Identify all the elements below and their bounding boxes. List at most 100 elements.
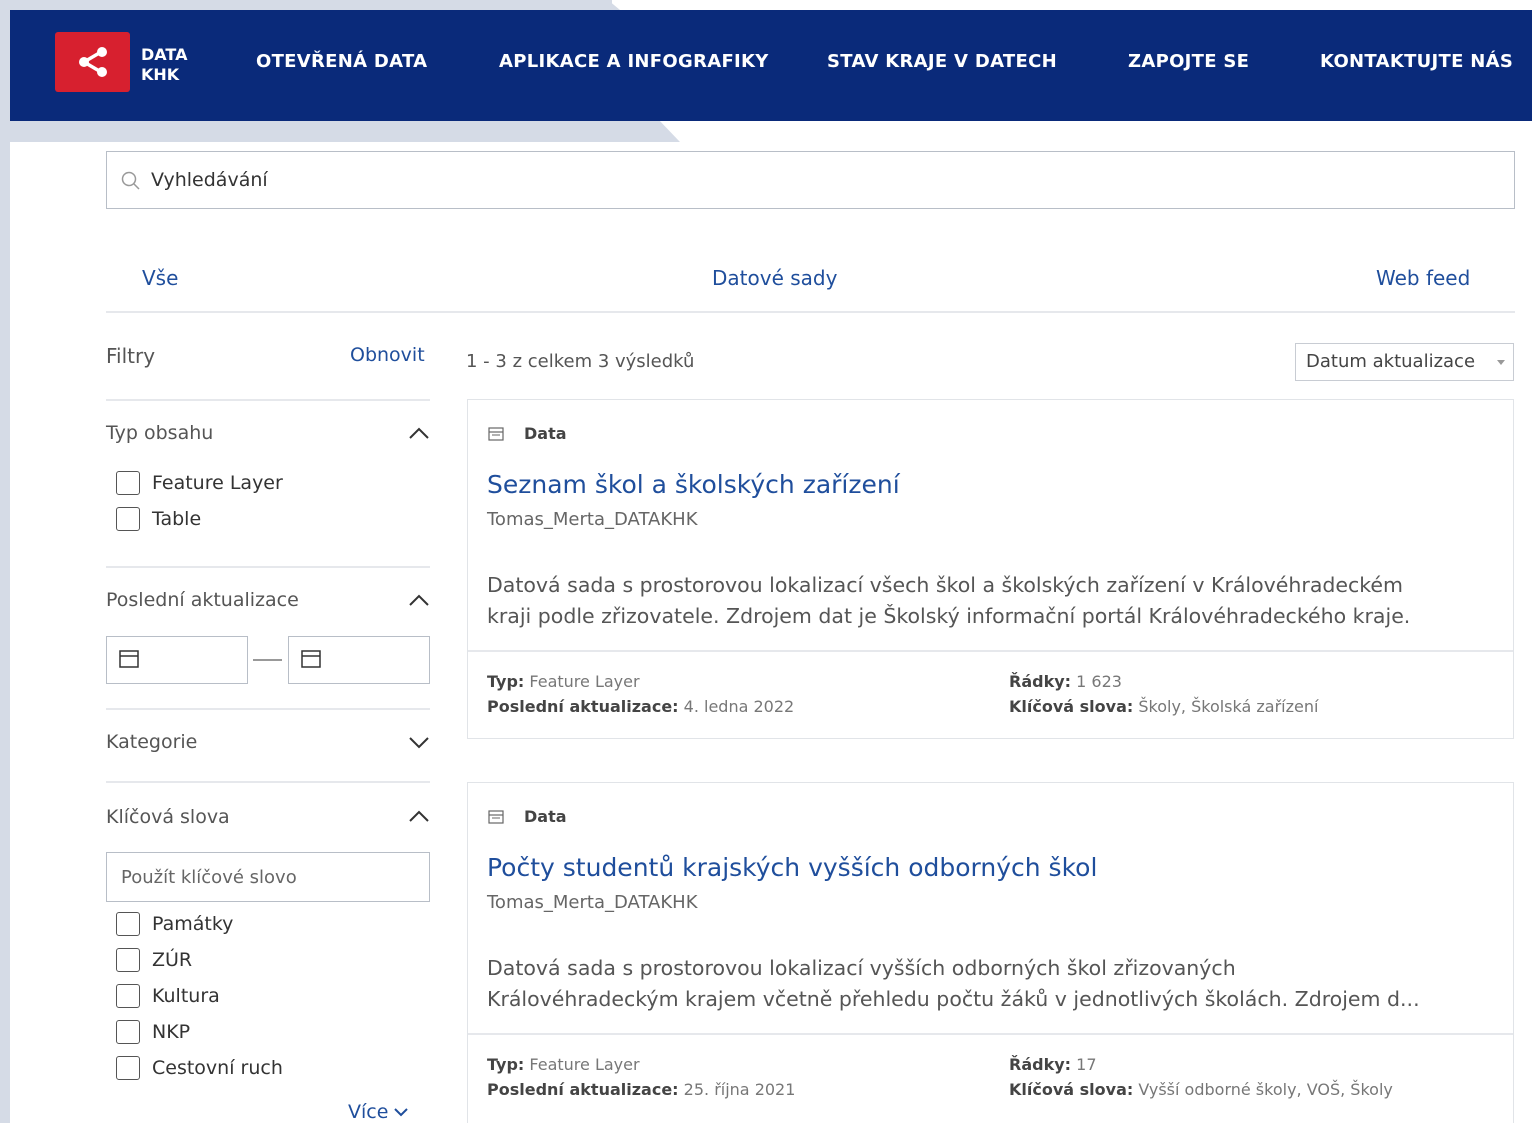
meta-value: Feature Layer (529, 672, 640, 691)
card-description-line: Datová sada s prostorovou lokalizací vše… (487, 573, 1404, 597)
checkbox-label: Památky (152, 913, 234, 935)
filter-option-tourism[interactable]: Cestovní ruch (116, 1056, 283, 1080)
filter-option-zur[interactable]: ZÚR (116, 948, 192, 972)
divider (106, 708, 430, 710)
date-from-input[interactable] (106, 636, 248, 684)
checkbox-label: Table (152, 508, 202, 530)
meta-value: 17 (1076, 1055, 1097, 1074)
logo-line1: DATA (141, 45, 188, 64)
result-card: Data Seznam škol a školských zařízení To… (467, 399, 1514, 739)
keyword-input[interactable] (106, 852, 430, 902)
card-type-row: Data (488, 807, 567, 826)
background-strip-top (0, 0, 612, 10)
show-more-keywords[interactable]: Více (348, 1101, 410, 1123)
result-card: Data Počty studentů krajských vyšších od… (467, 782, 1514, 1123)
card-description-line: Datová sada s prostorovou lokalizací vyš… (487, 956, 1236, 980)
meta-key: Klíčová slova: (1009, 1080, 1134, 1099)
card-title-link[interactable]: Počty studentů krajských vyšších odborný… (487, 853, 1097, 882)
nav-item-region-state[interactable]: STAV KRAJE V DATECH (827, 51, 1057, 72)
card-type-label: Data (524, 424, 567, 443)
checkbox-label: ZÚR (152, 949, 193, 971)
checkbox[interactable] (116, 507, 140, 531)
filter-option-pamatky[interactable]: Památky (116, 912, 233, 936)
checkbox[interactable] (116, 984, 140, 1008)
card-meta-keywords: Klíčová slova: Vyšší odborné školy, VOŠ,… (1009, 1080, 1393, 1099)
content-type-title[interactable]: Typ obsahu (106, 422, 213, 444)
chevron-down-icon (394, 1108, 409, 1117)
logo-text[interactable]: DATA KHK (141, 45, 187, 85)
meta-value: Školy, Školská zařízení (1138, 697, 1319, 716)
checkbox[interactable] (116, 948, 140, 972)
meta-key: Typ: (487, 672, 525, 691)
filters-title: Filtry (106, 344, 156, 368)
meta-key: Poslední aktualizace: (487, 1080, 679, 1099)
chevron-up-icon[interactable] (406, 807, 432, 825)
filter-option-feature-layer[interactable]: Feature Layer (116, 471, 283, 495)
meta-key: Typ: (487, 1055, 525, 1074)
result-count: 1 - 3 z celkem 3 výsledků (466, 351, 695, 372)
meta-value: 4. ledna 2022 (683, 697, 795, 716)
table-icon (488, 809, 504, 824)
card-title-link[interactable]: Seznam škol a školských zařízení (487, 470, 900, 499)
filter-option-table[interactable]: Table (116, 507, 201, 531)
checkbox[interactable] (116, 912, 140, 936)
divider (106, 781, 430, 783)
filter-option-kultura[interactable]: Kultura (116, 984, 220, 1008)
nav-item-contact[interactable]: KONTAKTUJTE NÁS (1320, 51, 1513, 72)
search-input[interactable] (151, 152, 1491, 207)
last-update-title[interactable]: Poslední aktualizace (106, 589, 299, 611)
chevron-up-icon[interactable] (406, 591, 432, 609)
card-description: Datová sada s prostorovou lokalizací vše… (487, 570, 1492, 632)
calendar-icon (119, 650, 139, 668)
card-owner[interactable]: Tomas_Merta_DATAKHK (487, 892, 698, 913)
checkbox[interactable] (116, 471, 140, 495)
card-description-line: Královéhradeckým krajem včetně přehledu … (487, 987, 1420, 1011)
tab-datasets[interactable]: Datové sady (712, 266, 837, 290)
checkbox-label: Feature Layer (152, 472, 283, 494)
card-owner[interactable]: Tomas_Merta_DATAKHK (487, 509, 698, 530)
card-meta-keywords: Klíčová slova: Školy, Školská zařízení (1009, 697, 1318, 716)
reset-filters-link[interactable]: Obnovit (350, 344, 425, 366)
chevron-up-icon[interactable] (406, 424, 432, 442)
meta-key: Klíčová slova: (1009, 697, 1134, 716)
sort-select[interactable]: Datum aktualizace (1295, 343, 1514, 381)
meta-key: Řádky: (1009, 1055, 1072, 1074)
checkbox-label: Cestovní ruch (152, 1057, 283, 1079)
calendar-icon (301, 650, 321, 668)
meta-value: Vyšší odborné školy, VOŠ, Školy (1138, 1080, 1393, 1099)
card-meta-rows: Řádky: 17 (1009, 1055, 1097, 1074)
card-separator (468, 650, 1513, 652)
card-meta-updated: Poslední aktualizace: 4. ledna 2022 (487, 697, 794, 716)
date-range-dash (253, 659, 282, 661)
nav-item-open-data[interactable]: OTEVŘENÁ DATA (256, 51, 427, 72)
filter-option-nkp[interactable]: NKP (116, 1020, 190, 1044)
chevron-down-icon[interactable] (406, 733, 432, 751)
keywords-title[interactable]: Klíčová slova (106, 806, 230, 828)
nav-item-get-involved[interactable]: ZAPOJTE SE (1128, 51, 1249, 72)
card-meta-rows: Řádky: 1 623 (1009, 672, 1122, 691)
share-icon (78, 47, 107, 77)
meta-key: Řádky: (1009, 672, 1072, 691)
tab-web-feed[interactable]: Web feed (1376, 266, 1470, 290)
background-strip-left (0, 0, 10, 1123)
category-title[interactable]: Kategorie (106, 731, 197, 753)
checkbox[interactable] (116, 1020, 140, 1044)
meta-value: 1 623 (1076, 672, 1122, 691)
checkbox-label: Kultura (152, 985, 220, 1007)
date-to-input[interactable] (288, 636, 430, 684)
tab-all[interactable]: Vše (142, 266, 178, 290)
table-icon (488, 426, 504, 441)
nav-item-apps[interactable]: APLIKACE A INFOGRAFIKY (499, 51, 769, 72)
card-meta-type: Typ: Feature Layer (487, 672, 640, 691)
card-description: Datová sada s prostorovou lokalizací vyš… (487, 953, 1492, 1015)
logo[interactable] (55, 32, 130, 92)
card-meta-updated: Poslední aktualizace: 25. října 2021 (487, 1080, 795, 1099)
checkbox[interactable] (116, 1056, 140, 1080)
card-type-label: Data (524, 807, 567, 826)
card-separator (468, 1033, 1513, 1035)
card-type-row: Data (488, 424, 567, 443)
checkbox-label: NKP (152, 1021, 191, 1043)
card-meta-type: Typ: Feature Layer (487, 1055, 640, 1074)
card-description-line: kraji podle zřizovatele. Zdrojem dat je … (487, 604, 1411, 628)
caret-down-icon (1497, 360, 1505, 365)
